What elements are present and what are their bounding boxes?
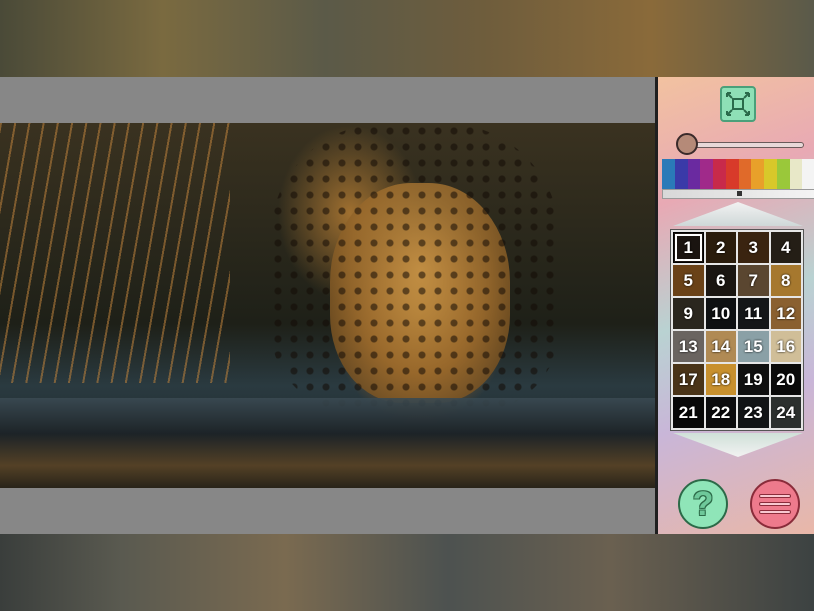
palette-scroll-thumb[interactable] [737,191,742,196]
palette-color-bar[interactable] [662,159,814,189]
palette-swatch[interactable] [789,159,803,189]
water-reflection [0,398,655,488]
color-cell-13[interactable]: 13 [673,331,704,362]
color-cell-12[interactable]: 12 [770,298,801,329]
blurred-background-bottom [0,534,814,611]
menu-button[interactable] [750,479,800,529]
blurred-background-top [0,0,814,77]
color-cell-14[interactable]: 14 [705,331,736,362]
color-cell-4[interactable]: 4 [770,232,801,263]
color-cell-18[interactable]: 18 [705,364,736,395]
color-cell-16[interactable]: 16 [770,331,801,362]
palette-swatch[interactable] [776,159,790,189]
color-cell-15[interactable]: 15 [738,331,769,362]
leopard-spots [270,123,560,413]
palette-swatch[interactable] [751,159,764,189]
color-cell-19[interactable]: 19 [738,364,769,395]
leopard-painting[interactable] [0,123,655,488]
zoom-slider-knob[interactable] [675,133,698,155]
color-cell-20[interactable]: 20 [770,364,801,395]
color-cell-22[interactable]: 22 [705,397,736,428]
color-cell-8[interactable]: 8 [770,265,801,296]
color-cell-10[interactable]: 10 [705,298,736,329]
question-mark-icon: ? [692,484,714,523]
color-cell-17[interactable]: 17 [673,364,704,395]
color-panel: 1 2 3 4 5 6 7 8 9 10 11 12 13 14 15 16 17 18 19 20 21 22 23 24 … [655,77,814,534]
color-cell-21[interactable]: 21 [673,397,704,428]
palette-swatch[interactable] [713,159,726,189]
color-cell-24[interactable]: 24 [770,397,801,428]
color-cell-5[interactable]: 5 [673,265,704,296]
color-cell-1[interactable]: 1 [673,232,704,263]
fit-to-screen-icon [726,92,750,116]
color-cell-11[interactable]: 11 [738,298,769,329]
hamburger-menu-icon [759,494,791,514]
palette-swatch[interactable] [662,159,675,189]
help-button[interactable]: ? [678,479,728,529]
palette-swatch[interactable] [738,159,752,189]
color-cell-6[interactable]: 6 [705,265,736,296]
palette-swatch[interactable] [674,159,688,189]
color-cell-7[interactable]: 7 [738,265,769,296]
color-number-grid: 1 2 3 4 5 6 7 8 9 10 11 12 13 14 15 16 17 18 19 20 21 22 23 24 [670,229,804,431]
color-cell-23[interactable]: 23 [738,397,769,428]
fit-to-screen-button[interactable] [720,86,756,122]
game-canvas[interactable] [0,77,655,534]
palette-swatch[interactable] [687,159,701,189]
grass-area [0,123,230,383]
color-cell-3[interactable]: 3 [738,232,769,263]
palette-swatch[interactable] [700,159,713,189]
color-cell-9[interactable]: 9 [673,298,704,329]
scroll-down-arrow[interactable] [673,433,803,457]
color-cell-2[interactable]: 2 [705,232,736,263]
palette-swatch[interactable] [802,159,814,189]
palette-swatch[interactable] [725,159,739,189]
palette-swatch[interactable] [764,159,777,189]
scroll-up-arrow[interactable] [673,202,803,226]
